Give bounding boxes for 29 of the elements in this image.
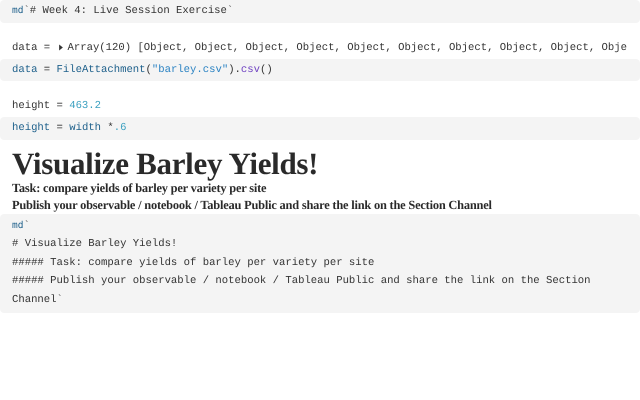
notebook-heading: Visualize Barley Yields!: [12, 148, 320, 180]
code-token: "barley.csv": [152, 62, 228, 78]
subheading: Task: compare yields of barley per variety per site: [12, 180, 268, 196]
code-token: ##### Task: compare yields of barley per variety per site: [12, 256, 374, 270]
code-token: md: [12, 4, 24, 18]
code-token: `: [23, 218, 30, 234]
code-token: .6: [114, 121, 126, 136]
output-text: height =: [12, 99, 64, 114]
code-token: ).: [228, 62, 241, 78]
code-token: *: [106, 121, 114, 136]
output-text: 463.2: [69, 99, 102, 114]
subheading: Publish your observable / notebook / Tableau Public and share the link on the Section Channel: [12, 196, 493, 214]
code-token: # Visualize Barley Yields!: [12, 237, 178, 252]
code-token: =: [42, 62, 52, 78]
output-text: data =: [12, 40, 52, 56]
code-token: `# Week 4: Live Session Exercise`: [23, 4, 234, 19]
code-token: width: [69, 121, 102, 136]
code-token: =: [56, 121, 64, 136]
code-token: FileAttachment: [56, 62, 146, 78]
code-token: height: [12, 121, 50, 136]
code-token: ##### Publish your observable / notebook / Tableau Public and share the link on the Section: [12, 274, 591, 289]
code-token: md: [12, 218, 24, 232]
code-token: (): [260, 62, 273, 78]
output-text: Array(120) [Object, Object, Object, Object, Object, Object, Object, Object, Object, Obje: [68, 40, 627, 56]
code-token: (: [146, 62, 152, 78]
code-token: data: [12, 62, 38, 78]
code-token: Channel`: [12, 292, 63, 308]
collapsed-triangle-icon[interactable]: [58, 44, 64, 51]
code-token: csv: [240, 62, 260, 78]
